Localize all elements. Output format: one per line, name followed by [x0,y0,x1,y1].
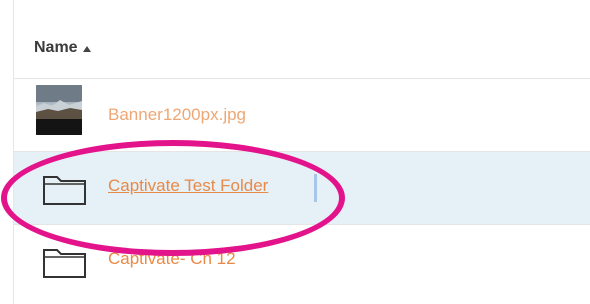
sort-ascending-icon [82,45,91,52]
folder-icon [43,249,86,278]
name-column-header[interactable]: Name [34,38,91,58]
folder-name-link[interactable]: Captivate Test Folder [108,175,268,197]
file-row-captivate-test-folder[interactable]: Captivate Test Folder [14,152,590,225]
focus-indicator [314,174,317,202]
folder-name-link[interactable]: Captivate- Ch 12 [108,248,236,270]
table-header: Name [14,0,590,79]
file-browser-panel: Name Banner1200px.jpg Captivate Test Fol… [0,0,590,304]
file-row-captivate-ch-12[interactable]: Captivate- Ch 12 [14,225,590,304]
file-row-banner[interactable]: Banner1200px.jpg [14,79,590,152]
file-name-link[interactable]: Banner1200px.jpg [108,104,246,126]
image-thumbnail-icon [36,85,82,135]
name-column-label: Name [34,39,78,56]
folder-icon [43,176,86,205]
